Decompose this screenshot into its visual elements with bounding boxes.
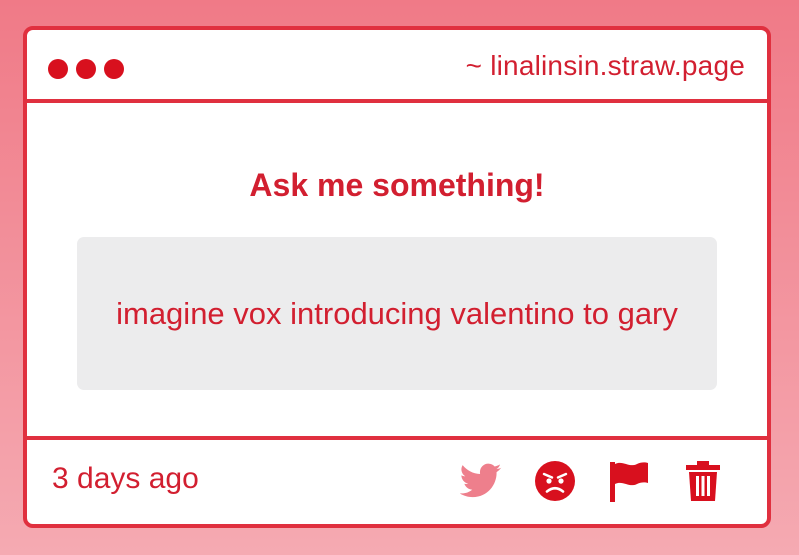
page-title: Ask me something! xyxy=(249,167,545,203)
flag-button[interactable] xyxy=(607,459,651,503)
share-twitter-button[interactable] xyxy=(459,459,503,503)
twitter-icon xyxy=(460,463,502,498)
question-body: Ask me something! imagine vox introducin… xyxy=(27,103,767,444)
trash-icon xyxy=(686,461,720,501)
report-angry-button[interactable] xyxy=(533,459,577,503)
flag-icon xyxy=(610,462,648,502)
action-bar xyxy=(459,459,725,503)
question-text: imagine vox introducing valentino to gar… xyxy=(116,296,678,331)
window-dot-1 xyxy=(48,59,68,79)
window-controls xyxy=(48,59,124,79)
timestamp: 3 days ago xyxy=(52,462,199,495)
delete-button[interactable] xyxy=(681,459,725,503)
angry-face-icon xyxy=(535,461,575,501)
page-url[interactable]: ~ linalinsin.straw.page xyxy=(466,50,745,82)
window-dot-2 xyxy=(76,59,96,79)
question-box: imagine vox introducing valentino to gar… xyxy=(77,237,717,390)
card-footer: 3 days ago xyxy=(27,436,767,524)
window-titlebar: ~ linalinsin.straw.page xyxy=(27,30,767,103)
question-card: ~ linalinsin.straw.page Ask me something… xyxy=(23,26,771,528)
window-dot-3 xyxy=(104,59,124,79)
